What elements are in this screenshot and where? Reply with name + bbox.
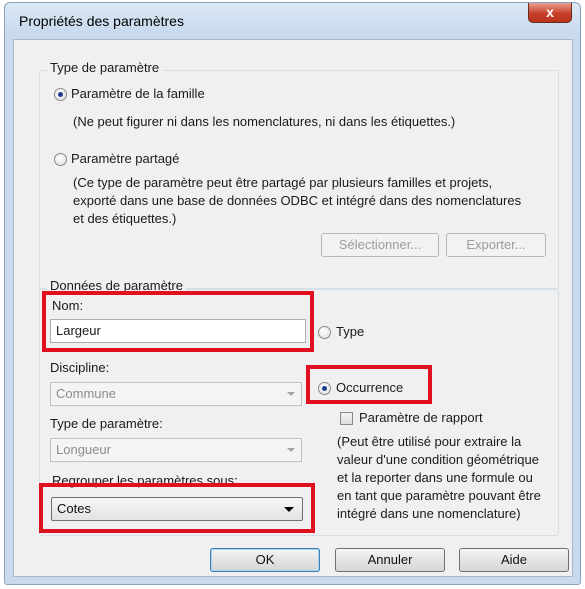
help-button[interactable]: Aide	[459, 548, 569, 572]
type-radio[interactable]	[318, 326, 331, 339]
discipline-label: Discipline:	[50, 360, 110, 375]
shared-parameter-radio[interactable]	[54, 153, 67, 166]
ok-button[interactable]: OK	[210, 548, 320, 572]
report-note-line: (Peut être utilisé pour extraire la	[337, 434, 522, 449]
window-title: Propriétés des paramètres	[19, 13, 184, 29]
dialog-body: Type de paramètre Paramètre de la famill…	[13, 39, 573, 577]
shared-parameter-note-line: exporté dans une base de données ODBC et…	[73, 193, 522, 208]
dialog-window: Propriétés des paramètres x Type de para…	[4, 2, 581, 585]
select-button[interactable]: Sélectionner...	[321, 233, 439, 257]
chevron-down-icon	[287, 392, 295, 396]
report-note-line: et la reporter dans une formule ou	[337, 470, 533, 485]
chevron-down-icon	[287, 448, 295, 452]
shared-parameter-note-line: et des étiquettes.)	[73, 211, 177, 226]
name-highlight-box	[42, 291, 314, 352]
occurrence-highlight-box	[306, 365, 432, 404]
shared-parameter-note-line: (Ce type de paramètre peut être partagé …	[73, 175, 493, 190]
parameter-type-value: Longueur	[56, 442, 111, 457]
parameter-type-group-title: Type de paramètre	[47, 60, 163, 75]
type-radio-label[interactable]: Type	[336, 324, 364, 339]
cancel-button[interactable]: Annuler	[335, 548, 445, 572]
report-note-line: intégré dans une nomenclature)	[337, 506, 521, 521]
title-bar[interactable]: Propriétés des paramètres x	[5, 3, 580, 39]
report-note-line: valeur d'une condition géométrique	[337, 452, 539, 467]
export-button[interactable]: Exporter...	[446, 233, 546, 257]
family-parameter-note: (Ne peut figurer ni dans les nomenclatur…	[73, 114, 456, 129]
discipline-select[interactable]: Commune	[50, 382, 302, 406]
discipline-value: Commune	[56, 386, 116, 401]
report-parameter-checkbox[interactable]	[340, 412, 353, 425]
group-under-highlight-box	[39, 483, 315, 533]
family-parameter-label[interactable]: Paramètre de la famille	[71, 86, 205, 101]
family-parameter-radio[interactable]	[54, 88, 67, 101]
close-button[interactable]: x	[528, 3, 572, 23]
parameter-type-label: Type de paramètre:	[50, 416, 163, 431]
report-note-line: en tant que paramètre pouvant être	[337, 488, 541, 503]
parameter-type-select[interactable]: Longueur	[50, 438, 302, 462]
shared-parameter-label[interactable]: Paramètre partagé	[71, 151, 179, 166]
close-icon: x	[546, 4, 554, 20]
report-parameter-label[interactable]: Paramètre de rapport	[359, 410, 483, 425]
